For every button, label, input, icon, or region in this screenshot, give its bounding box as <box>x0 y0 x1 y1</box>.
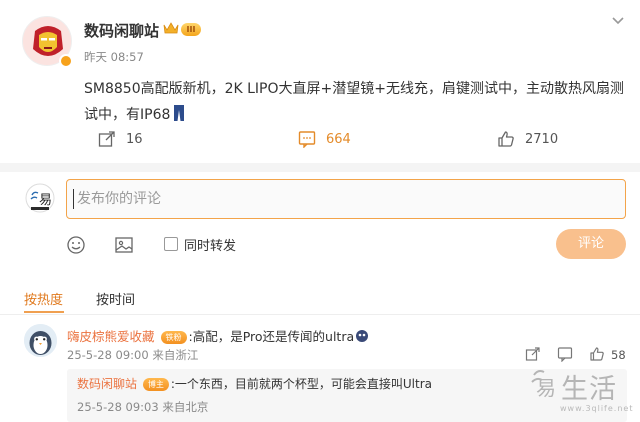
share-icon <box>98 131 115 147</box>
tab-divider <box>0 314 640 315</box>
section-divider <box>0 163 640 172</box>
share-button[interactable]: 16 <box>98 128 143 150</box>
comment-content: 嗨皮棕熊爱收藏 铁粉:高配，是Pro还是传闻的ultra <box>67 326 369 345</box>
reply-text: :一个东西，目前就两个杯型，可能会直接叫Ultra <box>170 377 432 391</box>
crown-icon <box>163 22 179 34</box>
comment-like-icon[interactable] <box>589 346 605 362</box>
verified-badge-icon <box>59 54 73 68</box>
post-content: SM8850高配版新机，2K LIPO大直屏+潜望镜+无线充，肩键测试中，主动散… <box>84 76 629 128</box>
comment-input[interactable] <box>66 179 626 219</box>
like-button[interactable]: 2710 <box>497 128 558 150</box>
chevron-down-icon[interactable] <box>608 10 628 30</box>
image-icon[interactable] <box>114 235 134 255</box>
emoji-icon <box>356 330 369 342</box>
thumbs-up-icon <box>498 131 514 147</box>
jeans-emoji-icon <box>174 105 185 121</box>
comment-like-count: 58 <box>611 348 626 362</box>
share-count: 16 <box>126 131 143 147</box>
tab-sort-by-hot[interactable]: 按热度 <box>24 289 63 308</box>
repost-checkbox[interactable] <box>164 237 178 251</box>
text-caret <box>73 189 74 209</box>
repost-label: 同时转发 <box>184 239 237 254</box>
comment-icon <box>298 131 316 148</box>
reply-meta: 25-5-28 09:03 来自北京 <box>77 400 209 414</box>
svg-text:易: 易 <box>39 193 52 208</box>
post-author-name[interactable]: 数码闲聊站 <box>84 20 159 41</box>
reply-content: 数码闲聊站 博主:一个东西，目前就两个杯型，可能会直接叫Ultra <box>77 375 432 392</box>
level-badge: III <box>181 23 201 36</box>
watermark-logo-icon: 易 <box>531 370 556 400</box>
commenter-name[interactable]: 嗨皮棕熊爱收藏 <box>67 329 155 344</box>
comment-text: :高配，是Pro还是传闻的ultra <box>188 329 355 344</box>
emoji-icon[interactable] <box>66 235 86 255</box>
reply-author-name[interactable]: 数码闲聊站 <box>77 377 137 391</box>
commenter-avatar[interactable] <box>24 324 57 357</box>
svg-text:易: 易 <box>536 376 556 400</box>
comment-button[interactable]: 664 <box>298 128 351 150</box>
post-timestamp: 昨天 08:57 <box>84 50 144 64</box>
submit-comment-button[interactable]: 评论 <box>556 229 626 259</box>
comment-reply-icon[interactable] <box>557 346 573 362</box>
comment-count: 664 <box>326 131 351 147</box>
comment-share-icon[interactable] <box>525 346 541 362</box>
tab-sort-by-time[interactable]: 按时间 <box>96 289 135 308</box>
watermark-text: 生活 <box>561 374 617 405</box>
current-user-avatar-icon: 易 <box>25 183 55 213</box>
watermark-url: www.3qlife.net <box>560 404 634 413</box>
like-count: 2710 <box>525 131 559 147</box>
comment-meta: 25-5-28 09:00 来自浙江 <box>67 348 199 362</box>
active-tab-indicator <box>24 311 64 313</box>
fan-badge: 铁粉 <box>160 331 187 344</box>
author-badge: 博主 <box>142 378 169 391</box>
penguin-avatar-icon <box>24 324 57 357</box>
post-text: SM8850高配版新机，2K LIPO大直屏+潜望镜+无线充，肩键测试中，主动散… <box>84 81 624 123</box>
